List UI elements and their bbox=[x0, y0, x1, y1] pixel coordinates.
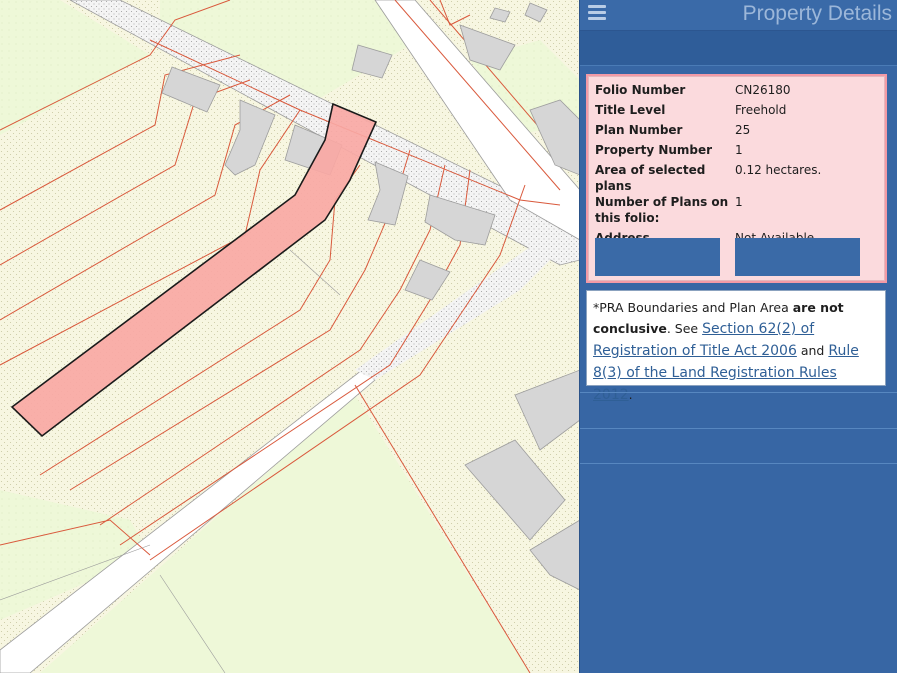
panel-divider bbox=[580, 392, 897, 393]
map-canvas[interactable] bbox=[0, 0, 580, 673]
note-and: and bbox=[796, 343, 829, 358]
detail-row-folio-number: Folio Number CN26180 bbox=[595, 82, 821, 102]
hamburger-menu-icon[interactable] bbox=[588, 5, 606, 21]
panel-toolbar-strip bbox=[580, 31, 897, 66]
panel-title: Property Details bbox=[742, 2, 892, 25]
property-details-panel: Property Details Folio Number CN26180 Ti… bbox=[579, 0, 897, 673]
note-prefix: *PRA Boundaries and Plan Area bbox=[593, 300, 793, 315]
app-root: Property Details Folio Number CN26180 Ti… bbox=[0, 0, 897, 673]
detail-value: 1 bbox=[735, 143, 743, 157]
detail-value: 25 bbox=[735, 123, 751, 137]
detail-row-property-number: Property Number 1 bbox=[595, 142, 821, 162]
disclaimer-note: *PRA Boundaries and Plan Area are not co… bbox=[586, 290, 886, 403]
property-details-table: Folio Number CN26180 Title Level Freehol… bbox=[595, 82, 821, 250]
detail-value: 1 bbox=[735, 195, 743, 209]
detail-label: Property Number bbox=[595, 143, 713, 157]
detail-value: 0.12 hectares. bbox=[735, 163, 822, 177]
property-details-box: Folio Number CN26180 Title Level Freehol… bbox=[586, 74, 887, 283]
detail-value: Freehold bbox=[735, 103, 787, 117]
details-action-button-1[interactable] bbox=[595, 238, 720, 276]
map-view[interactable] bbox=[0, 0, 580, 673]
panel-header: Property Details bbox=[580, 0, 897, 31]
detail-label: Number of Plans on this folio: bbox=[595, 195, 729, 225]
detail-label: Plan Number bbox=[595, 123, 683, 137]
detail-value: CN26180 bbox=[735, 83, 791, 97]
detail-label: Area of selected plans bbox=[595, 163, 706, 193]
details-action-button-2[interactable] bbox=[735, 238, 860, 276]
detail-row-number-of-plans: Number of Plans on this folio: 1 bbox=[595, 194, 821, 230]
detail-row-area: Area of selected plans 0.12 hectares. bbox=[595, 162, 821, 194]
detail-row-title-level: Title Level Freehold bbox=[595, 102, 821, 122]
panel-divider bbox=[580, 428, 897, 429]
panel-divider bbox=[580, 463, 897, 464]
detail-row-plan-number: Plan Number 25 bbox=[595, 122, 821, 142]
detail-label: Folio Number bbox=[595, 83, 686, 97]
note-mid: . See bbox=[666, 321, 703, 336]
detail-label: Title Level bbox=[595, 103, 666, 117]
note-suffix: . bbox=[628, 387, 633, 402]
